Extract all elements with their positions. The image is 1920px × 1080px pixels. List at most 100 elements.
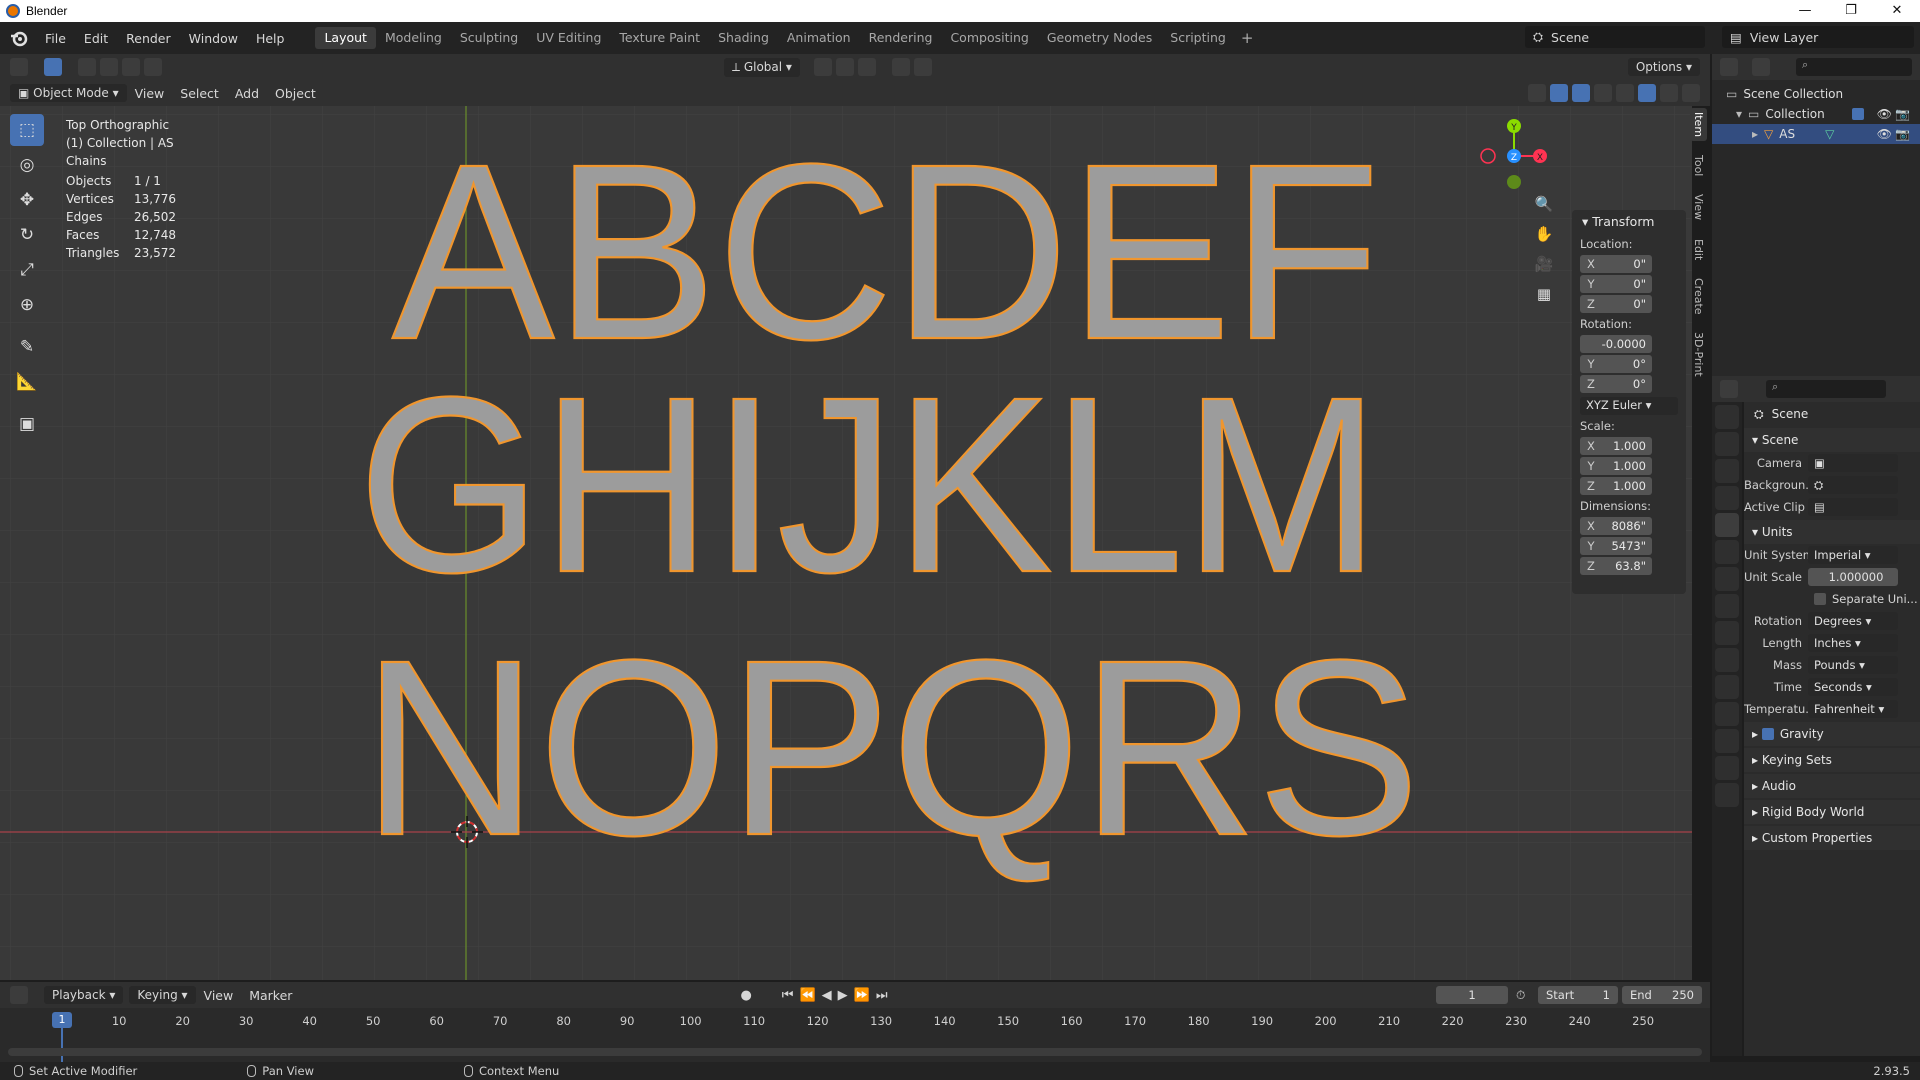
display-mode-icon[interactable] [1751,58,1770,76]
record-icon[interactable]: ● [740,988,751,1003]
eye-icon[interactable]: 👁 [1877,127,1892,141]
add-workspace-button[interactable]: + [1235,29,1260,47]
dimensions-z-field[interactable]: Z 63.8" [1580,557,1652,575]
time-units-dropdown[interactable]: Seconds ▾ [1808,678,1898,696]
viewport-menu-select[interactable]: Select [172,86,227,101]
location-z-field[interactable]: Z 0" [1580,295,1652,313]
tab-compositing[interactable]: Compositing [941,27,1037,49]
playback-menu[interactable]: Playback ▾ [44,986,124,1004]
tab-sculpting[interactable]: Sculpting [451,27,527,49]
timeline[interactable]: 10 20 30 40 50 60 70 80 90 100 110 120 130 140 150 160 1… [0,1008,1710,1062]
camera-icon[interactable]: 📷 [1895,107,1910,121]
letters-row-2[interactable]: GHIJKLM [357,344,1381,625]
exclude-checkbox[interactable] [1852,108,1864,120]
active-clip-field[interactable]: ▤ [1808,498,1898,516]
expand-arrow-icon[interactable]: ▾ [1736,107,1742,121]
scene-panel-header[interactable]: ▾ Scene [1744,428,1920,452]
select-new-icon[interactable] [78,58,96,76]
menu-edit[interactable]: Edit [75,31,117,46]
playback-controls-icon[interactable]: ⏮⏪◀▶⏩⏭ [782,988,894,1003]
separate-units-row[interactable]: Separate Uni... [1744,588,1920,610]
rotation-x-field[interactable]: -0.0000 [1580,335,1652,353]
wireframe-shading-icon[interactable] [1616,84,1634,102]
tab-rendering[interactable]: Rendering [860,27,942,49]
tab-shading[interactable]: Shading [709,27,778,49]
unit-scale-field[interactable]: 1.000000 [1808,568,1898,586]
material-shading-icon[interactable] [1660,84,1678,102]
viewport-menu-add[interactable]: Add [227,86,267,101]
properties-search-input[interactable]: ⌕ [1766,380,1886,398]
outliner-row-as[interactable]: ▸ ▽ AS ▽ 👁 📷 [1712,124,1920,144]
proportional-edit-icon[interactable] [891,58,910,76]
output-tab-icon[interactable] [1715,459,1739,483]
audio-panel-header[interactable]: ▸ Audio [1744,774,1920,798]
ortho-grid-icon[interactable]: ▦ [1530,280,1558,308]
view-layer-selector[interactable]: ▤ View Layer [1722,26,1914,48]
camera-icon[interactable]: 📷 [1895,127,1910,141]
world-tab-icon[interactable] [1715,540,1739,564]
viewport-menu-object[interactable]: Object [267,86,324,101]
collection-tab-icon[interactable] [1715,567,1739,591]
rotate-tool-icon[interactable]: ↻ [10,219,44,251]
select-extend-icon[interactable] [100,58,118,76]
timeline-editor-icon[interactable] [10,986,28,1004]
outliner-search-input[interactable]: ⌕ [1796,58,1912,76]
custom-properties-panel-header[interactable]: ▸ Custom Properties [1744,826,1920,850]
location-x-field[interactable]: X 0" [1580,255,1652,273]
sidebar-tab-view[interactable]: View [1690,190,1707,224]
outliner-editor-icon[interactable] [1720,58,1738,76]
scale-x-field[interactable]: X 1.000 [1580,437,1652,455]
letters-row-3[interactable]: NOPQRS [361,607,1421,888]
sidebar-tab-tool[interactable]: Tool [1690,151,1707,180]
tab-animation[interactable]: Animation [778,27,860,49]
sidebar-tab-create[interactable]: Create [1690,274,1707,319]
modifier-tab-icon[interactable] [1715,621,1739,645]
snap-icon[interactable] [835,58,854,76]
viewport-menu-view[interactable]: View [127,86,173,101]
outliner-row-scene-collection[interactable]: ▭ Scene Collection [1712,84,1920,104]
tab-scripting[interactable]: Scripting [1161,27,1235,49]
expand-arrow-icon[interactable]: ▸ [1752,127,1758,141]
marker-menu[interactable]: Marker [241,988,300,1003]
location-y-field[interactable]: Y 0" [1580,275,1652,293]
scene-selector[interactable]: ⛭ Scene [1525,26,1705,48]
menu-window[interactable]: Window [180,31,247,46]
overlay-toggle-icon[interactable] [1572,84,1590,102]
editor-type-icon[interactable] [10,58,28,76]
tab-layout[interactable]: Layout [315,27,376,49]
length-units-dropdown[interactable]: Inches ▾ [1808,634,1898,652]
playhead-frame-label[interactable]: 1 [52,1012,72,1028]
3d-viewport[interactable]: ABCDEF GHIJKLM NOPQRS Top Orthographic (… [0,106,1692,980]
blender-logo-icon[interactable] [6,25,32,51]
tab-modeling[interactable]: Modeling [376,27,451,49]
rigid-body-world-panel-header[interactable]: ▸ Rigid Body World [1744,800,1920,824]
options-dropdown[interactable]: Options ▾ [1627,58,1700,76]
select-intersect-icon[interactable] [144,58,162,76]
scale-y-field[interactable]: Y 1.000 [1580,457,1652,475]
transform-tool-icon[interactable]: ⊕ [10,289,44,321]
visibility-icon[interactable] [1528,84,1546,102]
keying-menu[interactable]: Keying ▾ [129,986,196,1004]
select-box-tool-icon[interactable]: ⬚ [10,114,44,146]
current-frame-field[interactable]: 1 [1436,986,1508,1004]
scene-tab-icon[interactable] [1715,513,1739,537]
data-tab-icon[interactable] [1715,729,1739,753]
material-tab-icon[interactable] [1715,756,1739,780]
menu-render[interactable]: Render [117,31,180,46]
solid-shading-icon[interactable] [1638,84,1656,102]
menu-file[interactable]: File [36,31,75,46]
select-tool-icon[interactable] [44,58,62,76]
background-scene-field[interactable]: ⛭ [1808,476,1898,494]
restore-button[interactable]: ❐ [1828,0,1874,22]
outliner-row-collection[interactable]: ▾ ▭ Collection 👁 📷 [1712,104,1920,124]
tab-uv-editing[interactable]: UV Editing [527,27,610,49]
eye-icon[interactable]: 👁 [1877,107,1892,121]
rendered-shading-icon[interactable] [1682,84,1700,102]
view-layer-tab-icon[interactable] [1715,486,1739,510]
xray-toggle-icon[interactable] [1594,84,1612,102]
gravity-checkbox[interactable] [1761,728,1774,740]
separate-units-checkbox[interactable] [1814,593,1826,605]
cursor-tool-icon[interactable]: ◎ [10,149,44,181]
rotation-y-field[interactable]: Y 0° [1580,355,1652,373]
constraints-tab-icon[interactable] [1715,702,1739,726]
